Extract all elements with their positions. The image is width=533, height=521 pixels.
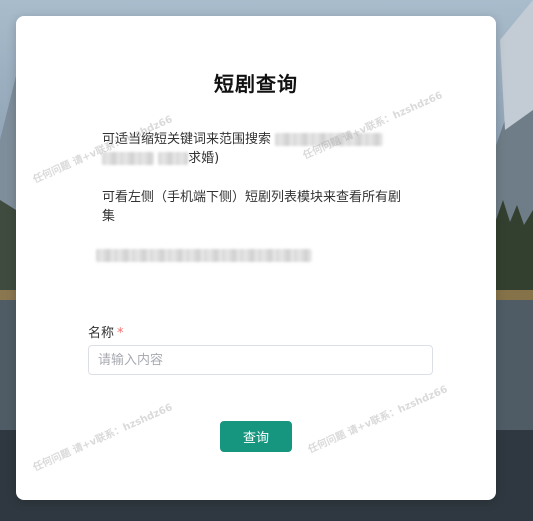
redacted-text bbox=[102, 152, 154, 165]
name-label-text: 名称 bbox=[88, 326, 115, 341]
list-hint: 可看左侧（手机端下侧）短剧列表模块来查看所有剧集 bbox=[102, 190, 402, 224]
redacted-text bbox=[158, 152, 189, 165]
search-hint: 可适当缩短关键词来范围搜索 求婚) bbox=[102, 130, 412, 168]
query-card: 短剧查询 可适当缩短关键词来范围搜索 求婚) 可看左侧（手机端下侧）短剧列表模块… bbox=[16, 16, 496, 500]
name-field-label: 名称 * bbox=[88, 322, 124, 341]
name-input[interactable] bbox=[88, 345, 433, 375]
query-button[interactable]: 查询 bbox=[220, 421, 292, 452]
redacted-text bbox=[275, 133, 384, 146]
required-mark: * bbox=[117, 326, 124, 341]
redacted-line bbox=[96, 246, 406, 265]
page-title: 短剧查询 bbox=[214, 72, 298, 96]
search-hint-prefix: 可适当缩短关键词来范围搜索 bbox=[102, 132, 272, 147]
search-hint-suffix: 求婚) bbox=[188, 151, 220, 166]
redacted-text bbox=[96, 249, 312, 262]
